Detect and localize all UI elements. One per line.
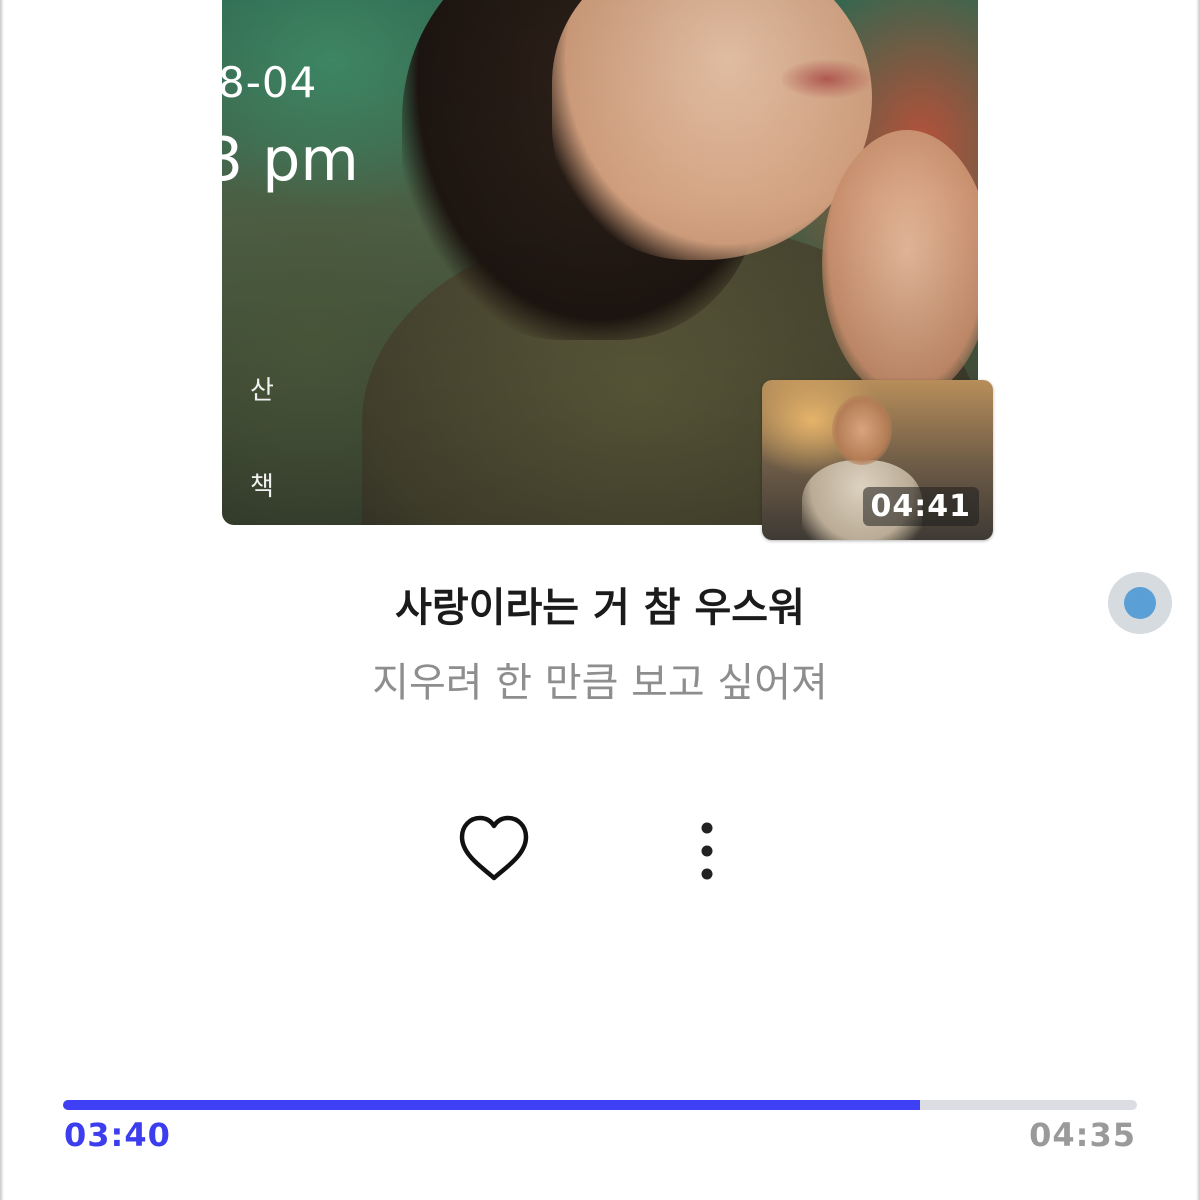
playback-progress-fill (63, 1100, 921, 1110)
album-art-vertical-char-1: 산 (250, 376, 274, 406)
album-art-date: 8-04 (218, 58, 318, 107)
current-time: 03:40 (64, 1116, 171, 1154)
like-button[interactable] (456, 812, 532, 888)
playback-progress-bar[interactable] (63, 1100, 1137, 1110)
floating-assist-button[interactable] (1108, 572, 1172, 634)
music-player-screen: 8-04 3 pm 산 책 04:41 사랑이라는 거 참 우스워 지우려 한 … (0, 0, 1200, 1200)
video-thumbnail-figure-head (832, 395, 892, 465)
music-video-thumbnail[interactable]: 04:41 (762, 380, 993, 540)
more-vertical-icon (701, 822, 713, 880)
album-art-time: 3 pm (205, 125, 359, 195)
total-time: 04:35 (1029, 1116, 1136, 1154)
song-title: 사랑이라는 거 참 우스워 (395, 585, 805, 631)
floating-assist-dot-icon (1124, 587, 1156, 619)
song-lyric-line: 지우려 한 만큼 보고 싶어져 (372, 660, 828, 706)
video-duration-badge: 04:41 (862, 487, 979, 526)
album-art-vertical-char-2: 책 (250, 472, 274, 502)
heart-icon (459, 815, 529, 881)
more-options-button[interactable] (680, 815, 734, 891)
